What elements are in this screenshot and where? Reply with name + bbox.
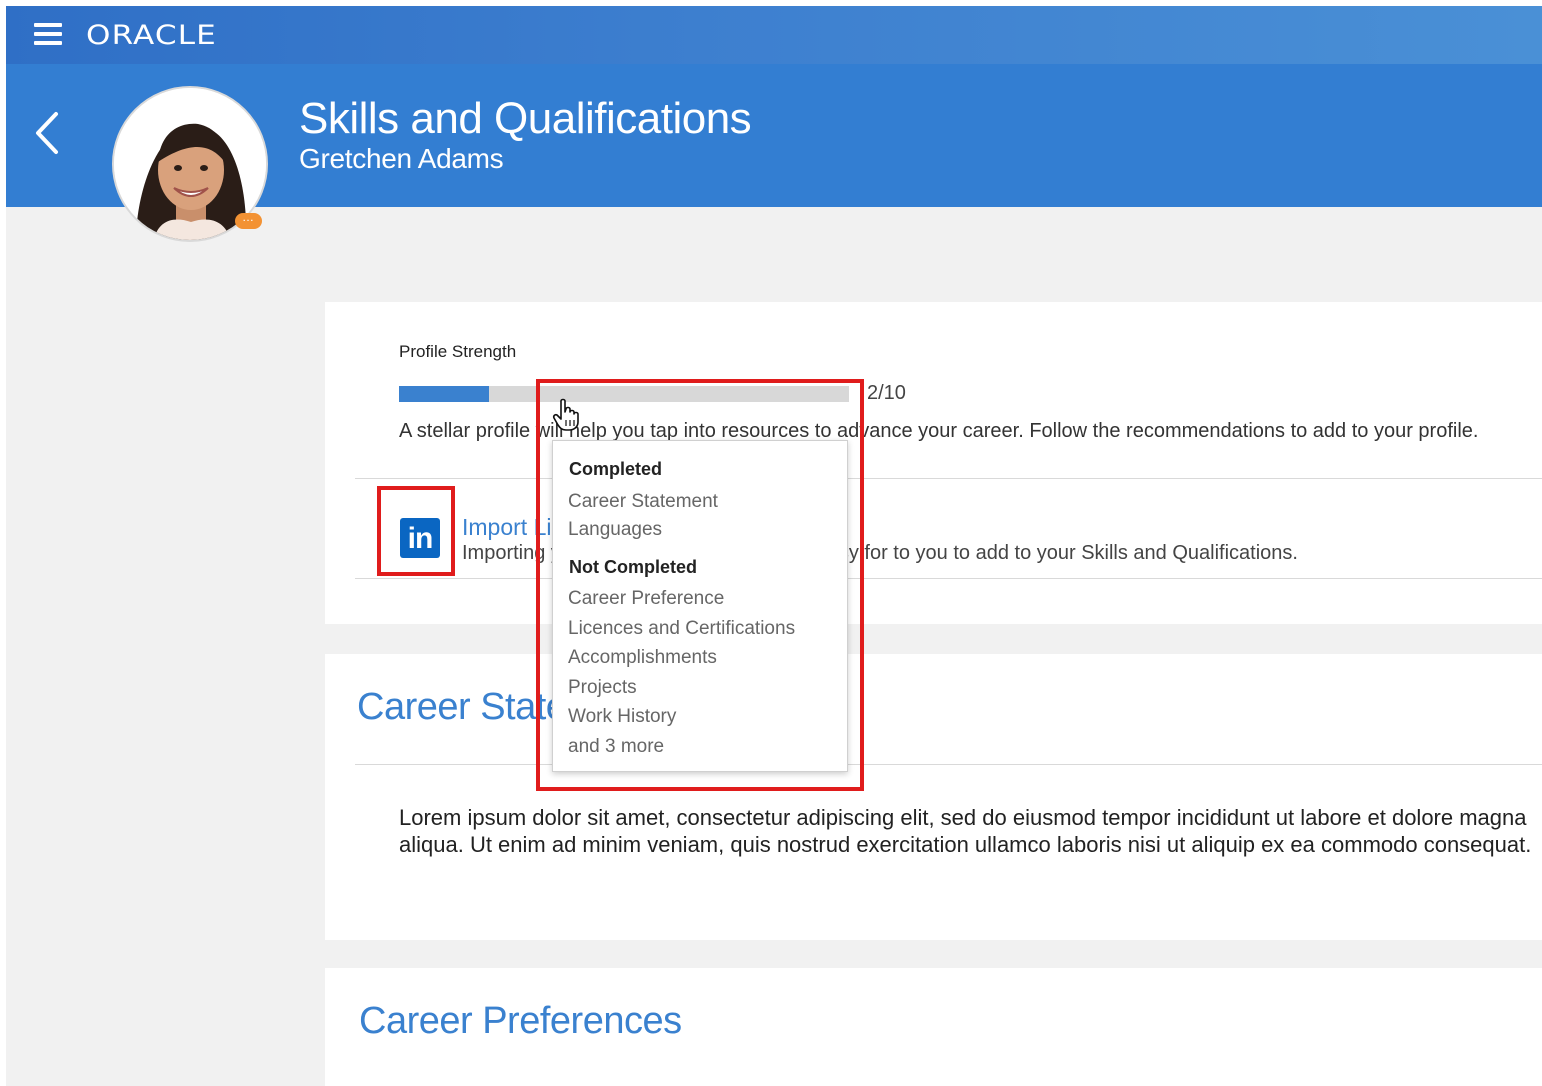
career-statement-card: Career Statement Lorem ipsum dolor sit a…	[325, 654, 1542, 940]
app-frame: ORACLE … Skills and Qualifications Gretc…	[6, 6, 1542, 1086]
page-title: Skills and Qualifications	[299, 94, 752, 143]
linkedin-highlight-box	[377, 486, 455, 576]
divider	[355, 578, 1542, 579]
career-statement-body: Lorem ipsum dolor sit amet, consectetur …	[399, 805, 1532, 857]
presence-badge-icon[interactable]: …	[235, 211, 262, 229]
divider	[355, 764, 1542, 765]
hand-cursor-icon	[552, 398, 582, 432]
profile-strength-progress-fill	[399, 386, 489, 402]
divider	[355, 478, 1542, 479]
page-subtitle: Gretchen Adams	[299, 143, 504, 174]
top-bar: ORACLE	[6, 6, 1542, 64]
back-arrow-icon[interactable]	[30, 110, 66, 156]
popover-highlight-box	[536, 379, 864, 791]
profile-strength-label: Profile Strength	[399, 342, 517, 361]
profile-strength-count: 2/10	[867, 382, 906, 404]
profile-strength-card: Profile Strength 2/10 A stellar profile …	[325, 302, 1542, 624]
career-preferences-card: Career Preferences	[325, 968, 1542, 1086]
oracle-logo: ORACLE	[86, 20, 217, 51]
career-preferences-title[interactable]: Career Preferences	[359, 1000, 682, 1043]
hamburger-menu-icon[interactable]	[34, 23, 62, 45]
